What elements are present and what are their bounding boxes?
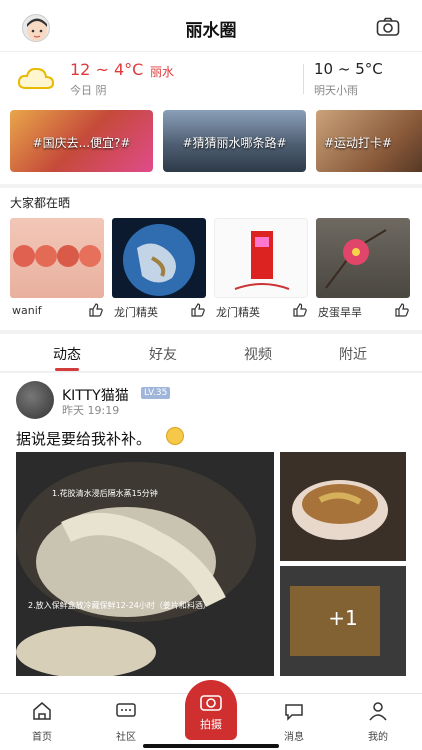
post-photo[interactable]: 1.花胶清水浸后隔水蒸15分钟 2.放入保鲜盒放冷藏保鲜12-24小时（姜片和料… [16, 452, 274, 676]
smile-emoji-icon [166, 427, 184, 445]
post-time: 昨天 19:19 [62, 404, 120, 417]
nav-profile[interactable]: 我的 [348, 700, 408, 743]
topic-label: #国庆去...便宜?# [32, 136, 131, 150]
city-name: 丽水 [150, 65, 175, 79]
photo-caption: 2.放入保鲜盒放冷藏保鲜12-24小时（姜片和料酒） [28, 601, 211, 610]
topic-card[interactable]: #猜猜丽水哪条路# [163, 110, 306, 172]
share-user: 龙门精英 [114, 306, 158, 319]
user-icon [369, 702, 387, 721]
topic-label: #运动打卡# [324, 136, 393, 150]
feed-post[interactable]: KITTY猫猫 LV.35 昨天 19:19 据说是要给我补补。 1.花胶清水浸… [0, 373, 422, 693]
share-user: 皮蛋旱旱 [318, 306, 362, 319]
feed-tabs: 动态 好友 视频 附近 [0, 334, 422, 372]
share-card[interactable]: 龙门精英 [214, 218, 308, 319]
topic-card[interactable]: #国庆去...便宜?# [10, 110, 153, 172]
camera-icon[interactable] [376, 17, 400, 37]
post-text: 据说是要给我补补。 [16, 430, 152, 448]
nav-label: 首页 [32, 732, 52, 743]
level-badge: LV.35 [141, 387, 171, 399]
tab-nearby[interactable]: 附近 [323, 344, 383, 364]
share-card[interactable]: wanif [10, 218, 104, 317]
message-icon [285, 704, 303, 721]
share-image [10, 218, 104, 298]
share-card[interactable]: 皮蛋旱旱 [316, 218, 410, 319]
thumbs-up-icon[interactable] [292, 302, 308, 318]
page-title: 丽水圈 [185, 21, 237, 41]
share-card[interactable]: 龙门精英 [112, 218, 206, 319]
tomorrow-temperature: 10 ~ 5°C [314, 60, 383, 78]
today-condition: 今日 阴 [70, 84, 107, 97]
author-avatar[interactable] [16, 381, 54, 419]
bottom-nav: 首页 社区 拍摄 消息 我的 [0, 680, 422, 750]
more-photos-count: +1 [328, 606, 358, 630]
home-indicator [143, 744, 279, 748]
tomorrow-condition: 明天小雨 [314, 84, 358, 97]
divider [303, 64, 304, 94]
sharing-section: 大家都在晒 wanif 龙门精英 龙门精英 皮蛋旱旱 [0, 188, 422, 330]
home-icon [33, 702, 51, 720]
cloud-icon [16, 62, 56, 98]
share-image [112, 218, 206, 298]
share-image [316, 218, 410, 298]
share-user: wanif [12, 304, 42, 317]
share-user: 龙门精英 [216, 306, 260, 319]
section-title: 大家都在晒 [10, 196, 71, 210]
community-icon [116, 703, 136, 717]
thumbs-up-icon[interactable] [394, 302, 410, 318]
tab-dynamic[interactable]: 动态 [37, 344, 97, 364]
nav-label: 我的 [368, 732, 388, 743]
nav-label: 拍摄 [200, 718, 222, 731]
tab-video[interactable]: 视频 [228, 344, 288, 364]
today-temperature: 12 ~ 4°C [70, 60, 144, 79]
thumbs-up-icon[interactable] [190, 302, 206, 318]
share-image [214, 218, 308, 298]
topic-card[interactable]: #运动打卡# [316, 110, 422, 172]
nav-home[interactable]: 首页 [12, 700, 72, 743]
nav-messages[interactable]: 消息 [264, 700, 324, 743]
photo-caption: 1.花胶清水浸后隔水蒸15分钟 [52, 489, 158, 498]
topic-label: #猜猜丽水哪条路# [182, 136, 287, 150]
thumbs-up-icon[interactable] [88, 302, 104, 318]
nav-community[interactable]: 社区 [96, 700, 156, 743]
active-tab-indicator [55, 368, 79, 371]
nav-label: 消息 [284, 732, 304, 743]
post-photo[interactable] [280, 452, 406, 561]
nav-shoot[interactable]: 拍摄 [185, 680, 237, 740]
nav-label: 社区 [116, 732, 136, 743]
topic-carousel: #国庆去...便宜?# #猜猜丽水哪条路# #运动打卡# [0, 104, 422, 184]
weather-widget[interactable]: 12 ~ 4°C 丽水 今日 阴 10 ~ 5°C 明天小雨 [0, 52, 422, 104]
tab-friends[interactable]: 好友 [133, 344, 193, 364]
top-bar: 丽水圈 [0, 0, 422, 52]
post-photo-more[interactable]: +1 [280, 566, 406, 676]
